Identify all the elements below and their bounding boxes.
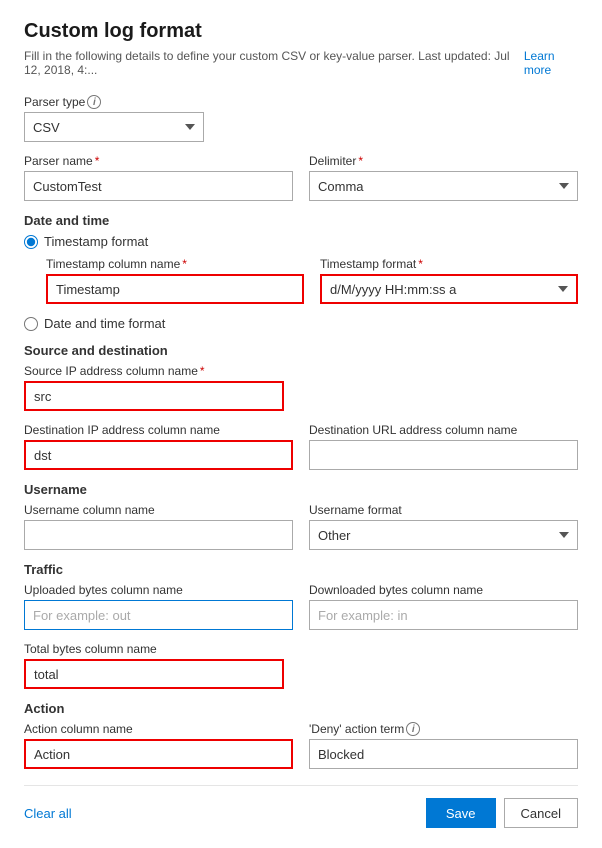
timestamp-format-label: Timestamp format — [320, 257, 416, 271]
username-column-input[interactable] — [24, 520, 293, 550]
deny-action-input[interactable] — [309, 739, 578, 769]
timestamp-format-radio-label[interactable]: Timestamp format — [44, 234, 148, 249]
delimiter-select[interactable]: Comma Tab Pipe — [309, 171, 578, 201]
source-dest-section-title: Source and destination — [24, 343, 578, 358]
username-format-select[interactable]: Other UPN SAM DN — [309, 520, 578, 550]
uploaded-bytes-input[interactable] — [24, 600, 293, 630]
timestamp-column-input[interactable] — [46, 274, 304, 304]
delimiter-required: * — [358, 154, 363, 168]
action-column-label: Action column name — [24, 722, 133, 736]
source-ip-required: * — [200, 364, 205, 378]
parser-name-label: Parser name — [24, 154, 93, 168]
clear-all-button[interactable]: Clear all — [24, 806, 72, 821]
action-column-input[interactable] — [24, 739, 293, 769]
date-time-format-radio-label[interactable]: Date and time format — [44, 316, 165, 331]
uploaded-bytes-label: Uploaded bytes column name — [24, 583, 183, 597]
timestamp-column-label: Timestamp column name — [46, 257, 180, 271]
source-ip-input[interactable] — [24, 381, 284, 411]
deny-action-label: 'Deny' action term — [309, 722, 404, 736]
parser-type-label: Parser type — [24, 95, 85, 109]
deny-action-info-icon: i — [406, 722, 420, 736]
cancel-button[interactable]: Cancel — [504, 798, 578, 828]
dest-ip-input[interactable] — [24, 440, 293, 470]
save-button[interactable]: Save — [426, 798, 496, 828]
action-section-title: Action — [24, 701, 578, 716]
timestamp-column-required: * — [182, 257, 187, 271]
total-bytes-input[interactable] — [24, 659, 284, 689]
traffic-section-title: Traffic — [24, 562, 578, 577]
page-title: Custom log format — [24, 20, 578, 43]
delimiter-label: Delimiter — [309, 154, 356, 168]
parser-name-required: * — [95, 154, 100, 168]
source-ip-label: Source IP address column name — [24, 364, 198, 378]
dest-ip-label: Destination IP address column name — [24, 423, 220, 437]
dest-url-input[interactable] — [309, 440, 578, 470]
username-section-title: Username — [24, 482, 578, 497]
date-time-format-radio[interactable] — [24, 317, 38, 331]
username-format-label: Username format — [309, 503, 402, 517]
total-bytes-label: Total bytes column name — [24, 642, 157, 656]
parser-type-select[interactable]: CSV Key-value — [24, 112, 204, 142]
parser-type-info-icon: i — [87, 95, 101, 109]
downloaded-bytes-input[interactable] — [309, 600, 578, 630]
timestamp-format-select[interactable]: d/M/yyyy HH:mm:ss a MM/dd/yyyy HH:mm:ss … — [320, 274, 578, 304]
timestamp-format-required: * — [418, 257, 423, 271]
date-time-section-title: Date and time — [24, 213, 578, 228]
downloaded-bytes-label: Downloaded bytes column name — [309, 583, 483, 597]
learn-more-link[interactable]: Learn more — [524, 49, 578, 77]
parser-name-input[interactable] — [24, 171, 293, 201]
timestamp-format-radio[interactable] — [24, 235, 38, 249]
dest-url-label: Destination URL address column name — [309, 423, 517, 437]
subtitle-text: Fill in the following details to define … — [24, 49, 520, 77]
username-column-label: Username column name — [24, 503, 155, 517]
